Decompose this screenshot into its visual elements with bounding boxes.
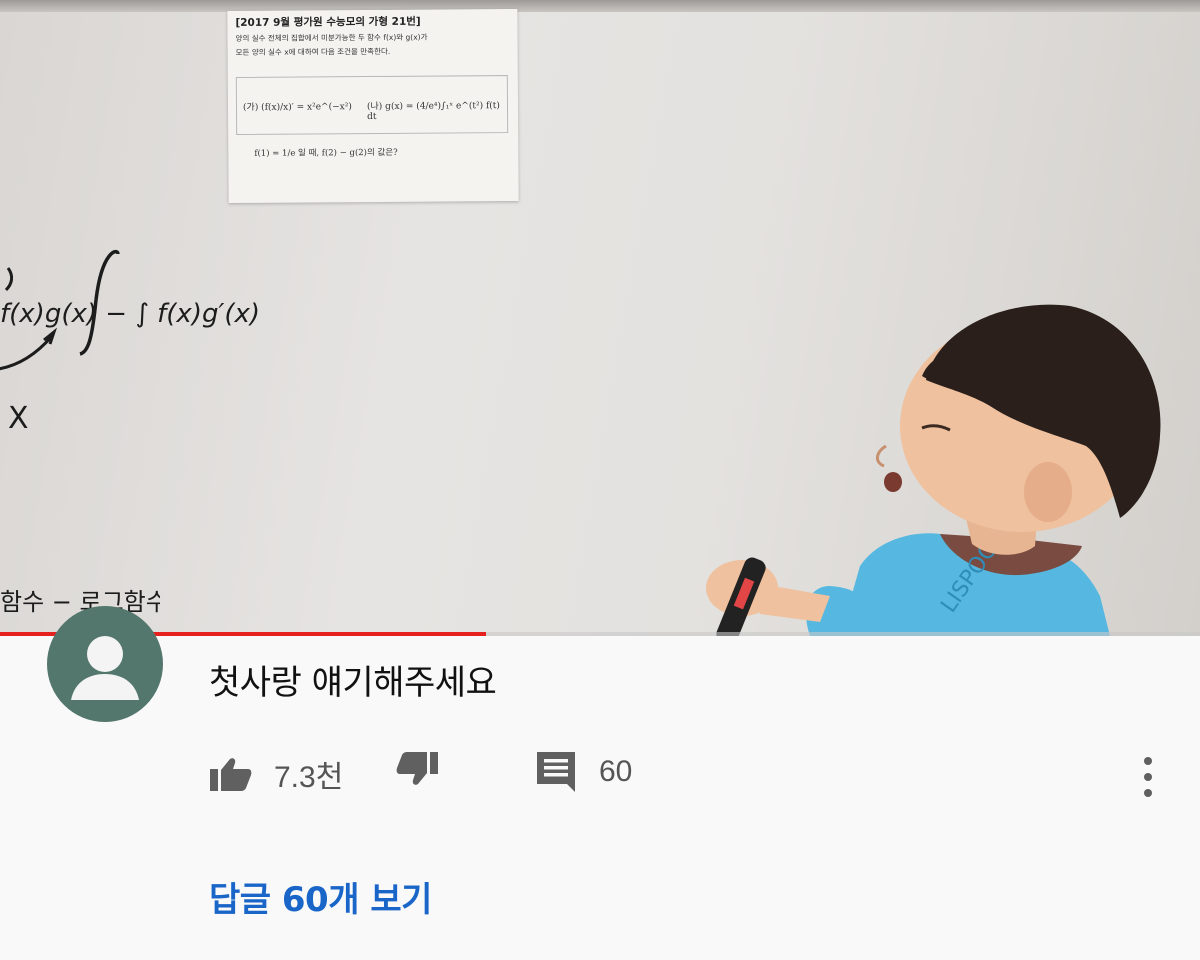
dislike-button[interactable] (396, 752, 438, 786)
view-replies-link[interactable]: 답글 60개 보기 (209, 872, 432, 921)
worksheet-question: f(1) = 1/e 일 때, f(2) − g(2)의 값은? (254, 147, 398, 159)
comment-text: 첫사랑 얘기해주세요 (209, 663, 497, 703)
thumbs-down-icon (396, 752, 438, 785)
comment-icon (537, 752, 575, 792)
like-button[interactable]: 7.3천 (210, 752, 343, 796)
video-progress-bar[interactable] (0, 632, 1200, 636)
default-avatar-icon (71, 636, 139, 700)
condition-b: (나) g(x) = (4/e⁴)∫₁ˣ e^(t²) f(t) dt (366, 101, 500, 123)
video-player[interactable]: [2017 9월 평가원 수능모의 가형 21번] 양의 실수 전체의 집합에서… (0, 0, 1200, 636)
math-worksheet: [2017 9월 평가원 수능모의 가형 21번] 양의 실수 전체의 집합에서… (227, 8, 519, 204)
board-handwriting: f(x)g(x) − ∫ f(x)g′(x)dx X (0, 249, 260, 436)
like-count: 7.3천 (274, 761, 344, 794)
thumbs-up-icon (210, 758, 252, 791)
worksheet-conditions: (가) (f(x)/x)′ = x²e^(−x²) (나) g(x) = (4/… (235, 75, 509, 135)
reply-button[interactable]: 60 (537, 752, 632, 792)
reply-count: 60 (599, 755, 633, 788)
avatar[interactable] (47, 606, 163, 722)
board-formula: f(x)g(x) − ∫ f(x)g′(x)dx (0, 299, 260, 329)
whiteboard-frame (0, 0, 1200, 12)
board-x: X (8, 401, 29, 436)
worksheet-title: [2017 9월 평가원 수능모의 가형 21번] (235, 15, 421, 29)
worksheet-line: 양의 실수 전체의 집합에서 미분가능한 두 함수 f(x)와 g(x)가 (235, 32, 428, 43)
worksheet-line: 모든 양의 실수 x에 대하여 다음 조건을 만족한다. (235, 46, 391, 57)
condition-a: (가) (f(x)/x)′ = x²e^(−x²) (242, 102, 352, 113)
presenter-child: LISPOC (706, 304, 1161, 636)
more-vertical-icon[interactable] (1138, 756, 1158, 800)
